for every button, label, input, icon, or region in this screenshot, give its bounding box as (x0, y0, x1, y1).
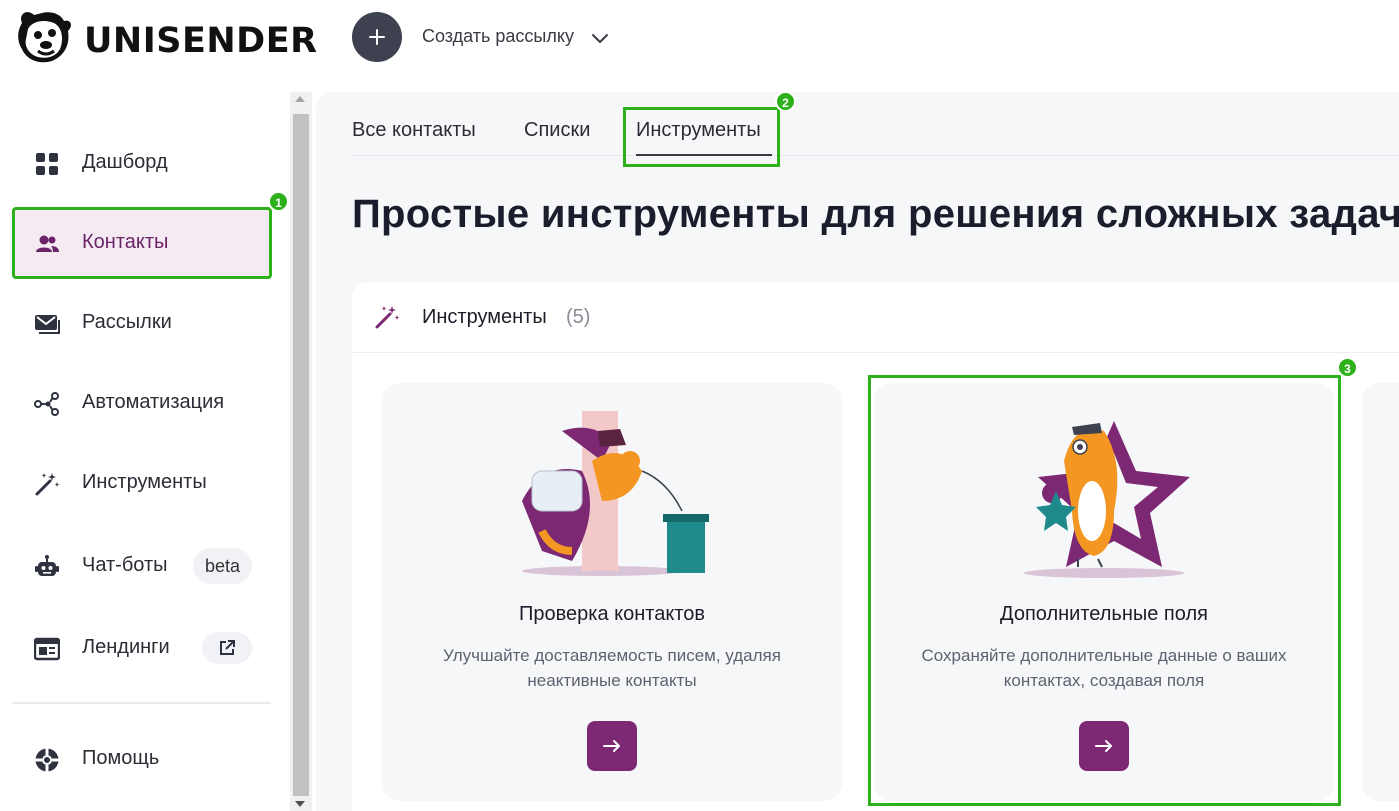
brand-name: UNISENDER (84, 21, 318, 61)
sidebar-item-dashboard[interactable]: Дашборд (12, 127, 272, 199)
create-campaign-label[interactable]: Создать рассылку (422, 26, 574, 47)
sidebar-item-label: Помощь (82, 747, 160, 769)
create-campaign-button[interactable] (352, 12, 402, 62)
external-link-badge[interactable] (202, 632, 252, 664)
highlight-frame-tools-tab (623, 107, 780, 167)
sidebar-item-label: Лендинги (82, 636, 170, 658)
scroll-up-arrow-icon[interactable] (295, 96, 305, 102)
tab-all-contacts[interactable]: Все контакты (352, 119, 476, 142)
sidebar-item-chatbots[interactable]: Чат-боты beta (12, 530, 272, 602)
magic-wand-icon (35, 473, 60, 496)
panel-header: Инструменты (5) (352, 282, 1399, 353)
landing-page-icon (34, 637, 60, 661)
sidebar-item-label: Автоматизация (82, 391, 225, 413)
card-description-line: неактивные контакты (527, 671, 697, 690)
dog-logo-icon (18, 12, 71, 63)
card-description: Улучшайте доставляемость писем, удаляя н… (412, 643, 812, 693)
arrow-right-icon (603, 740, 620, 752)
scroll-thumb[interactable] (293, 114, 309, 796)
page-title: Простые инструменты для решения сложных … (352, 192, 1399, 236)
share-nodes-icon (34, 392, 59, 416)
sidebar: Дашборд Контакты 1 Рассылки Автоматизаци… (0, 92, 290, 811)
sidebar-item-automation[interactable]: Автоматизация (12, 367, 272, 439)
users-icon (36, 235, 59, 252)
sidebar-item-label: Дашборд (82, 151, 168, 173)
robot-icon (35, 555, 59, 576)
lifebuoy-icon (35, 748, 59, 772)
tabs-bar: Все контакты Списки Инструменты (352, 92, 1399, 156)
magic-wand-icon (375, 306, 400, 329)
sidebar-item-landings[interactable]: Лендинги (12, 612, 272, 684)
tool-card-partial[interactable] (1362, 383, 1399, 801)
highlight-frame-extra-fields (868, 375, 1341, 806)
step-marker-1: 1 (268, 191, 289, 212)
sidebar-item-label: Инструменты (82, 471, 207, 493)
scroll-down-arrow-icon[interactable] (295, 801, 305, 807)
chevron-down-icon[interactable] (589, 27, 611, 49)
card-title: Проверка контактов (519, 603, 705, 625)
plus-icon (369, 29, 385, 45)
grid-icon (36, 153, 58, 175)
top-bar: UNISENDER Создать рассылку (0, 0, 1399, 78)
fox-with-broom-illustration (522, 411, 709, 576)
sidebar-item-tools[interactable]: Инструменты (12, 447, 272, 519)
tool-card-contact-check[interactable]: Проверка контактов Улучшайте доставляемо… (382, 383, 842, 801)
sidebar-item-contacts[interactable]: Контакты (12, 207, 272, 279)
step-marker-3: 3 (1337, 357, 1358, 378)
sidebar-item-help[interactable]: Помощь (12, 723, 272, 795)
sidebar-item-label: Контакты (82, 231, 169, 253)
beta-badge: beta (193, 548, 253, 584)
panel-title: Инструменты (422, 306, 547, 328)
open-contact-check-button[interactable] (587, 721, 637, 771)
card-description-line: Улучшайте доставляемость писем, удаляя (443, 646, 781, 665)
tab-lists[interactable]: Списки (524, 119, 590, 142)
sidebar-item-label: Чат-боты (82, 554, 168, 576)
sidebar-divider (12, 702, 271, 704)
external-link-icon (220, 640, 235, 655)
mail-icon (35, 315, 60, 334)
sidebar-item-campaigns[interactable]: Рассылки (12, 287, 272, 359)
panel-count: (5) (566, 306, 591, 328)
step-marker-2: 2 (775, 91, 796, 112)
logo[interactable]: UNISENDER (12, 9, 317, 65)
sidebar-scrollbar[interactable] (290, 92, 312, 811)
sidebar-item-label: Рассылки (82, 311, 172, 333)
